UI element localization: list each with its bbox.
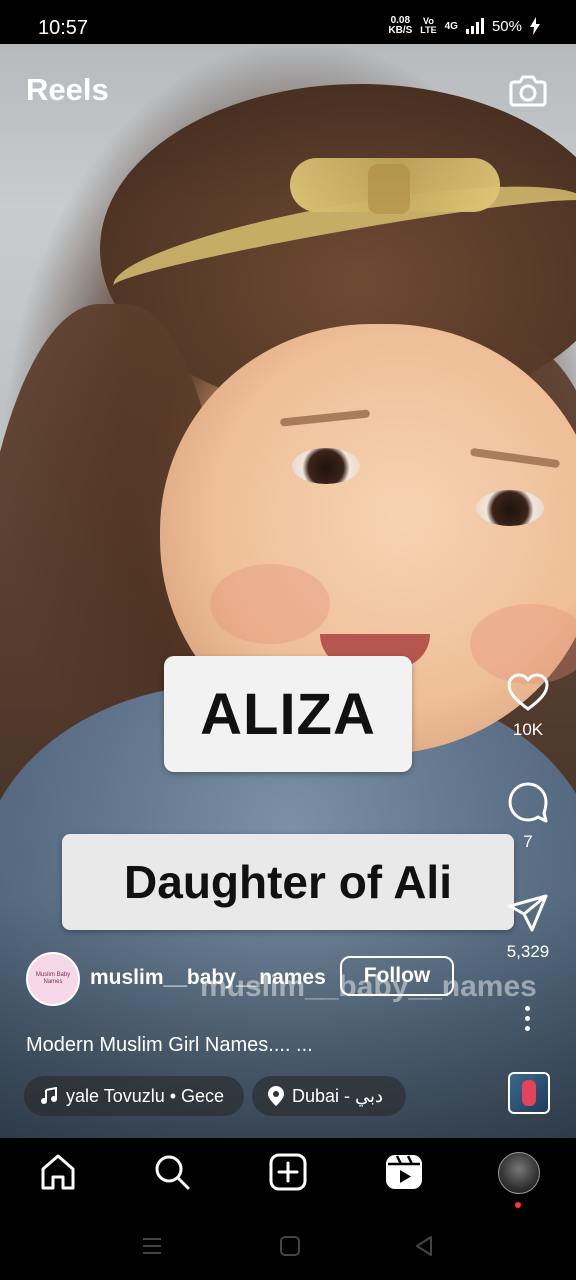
avatar-text-2: Names [43, 979, 63, 985]
creator-avatar[interactable]: Muslim Baby Names [26, 952, 80, 1006]
comment-count: 7 [523, 832, 533, 851]
status-bar: 10:57 0.08 KB/S Vo LTE 4G 50% [0, 0, 576, 44]
notification-dot [515, 1202, 521, 1208]
more-options-icon[interactable] [516, 1006, 538, 1038]
share-count: 5,329 [506, 942, 550, 961]
location-pin-icon [268, 1086, 284, 1106]
name-overlay-card: ALIZA [164, 656, 412, 772]
page-title: Reels [26, 72, 109, 107]
audio-chip[interactable]: yale Tovuzlu • Gece [24, 1076, 244, 1116]
audio-thumbnail[interactable] [508, 1072, 550, 1114]
meaning-overlay-card: Daughter of Ali [62, 834, 514, 930]
nav-profile-avatar[interactable] [498, 1152, 540, 1194]
like-button[interactable]: 10K [500, 672, 556, 740]
camera-icon [509, 75, 547, 107]
location-label: Dubai - دبي [292, 1085, 384, 1106]
post-caption[interactable]: Modern Muslim Girl Names.... ... [26, 1034, 313, 1057]
avatar-text-1: Muslim Baby [35, 972, 71, 978]
meaning-overlay-text: Daughter of Ali [124, 856, 452, 908]
system-back-button[interactable] [412, 1234, 436, 1258]
signal-icon [465, 18, 484, 34]
plus-square-icon [269, 1153, 307, 1191]
status-time: 10:57 [38, 17, 89, 39]
location-chip[interactable]: Dubai - دبي [252, 1076, 406, 1116]
volte-indicator: Vo LTE [420, 17, 436, 35]
nav-create[interactable] [268, 1152, 308, 1192]
audio-label: yale Tovuzlu • Gece [66, 1085, 225, 1106]
creator-username[interactable]: muslim__baby__names [90, 966, 326, 990]
status-icons: 0.08 KB/S Vo LTE 4G 50% [388, 16, 540, 36]
camera-button[interactable] [508, 70, 548, 110]
heart-icon [507, 673, 549, 711]
system-nav-bar [0, 1214, 576, 1280]
like-count: 10K [512, 720, 544, 739]
battery-level: 50% [491, 17, 522, 35]
audio-thumbnail-figure [522, 1080, 536, 1106]
volte-bottom: LTE [420, 25, 437, 35]
network-type: 4G [444, 20, 458, 32]
nav-home[interactable] [38, 1152, 78, 1192]
follow-button[interactable]: Follow [340, 956, 454, 996]
name-overlay-text: ALIZA [200, 681, 376, 747]
back-triangle-icon [416, 1236, 432, 1256]
home-icon [41, 1154, 75, 1190]
bottom-nav [0, 1138, 576, 1214]
charging-icon [530, 17, 540, 35]
nav-search[interactable] [152, 1152, 192, 1192]
music-note-icon [41, 1087, 57, 1104]
search-icon [155, 1155, 190, 1190]
network-speed-unit: KB/S [388, 25, 413, 36]
nav-reels[interactable] [384, 1152, 424, 1192]
menu-icon [143, 1238, 161, 1254]
send-icon [508, 894, 548, 932]
comment-button[interactable]: 7 [500, 780, 556, 852]
network-speed: 0.08 KB/S [388, 16, 412, 36]
share-button[interactable]: 5,329 [500, 892, 556, 962]
square-icon [280, 1236, 300, 1256]
comment-icon [508, 782, 548, 823]
reels-icon [386, 1155, 422, 1189]
recent-apps-button[interactable] [140, 1234, 164, 1258]
system-home-button[interactable] [278, 1234, 302, 1258]
